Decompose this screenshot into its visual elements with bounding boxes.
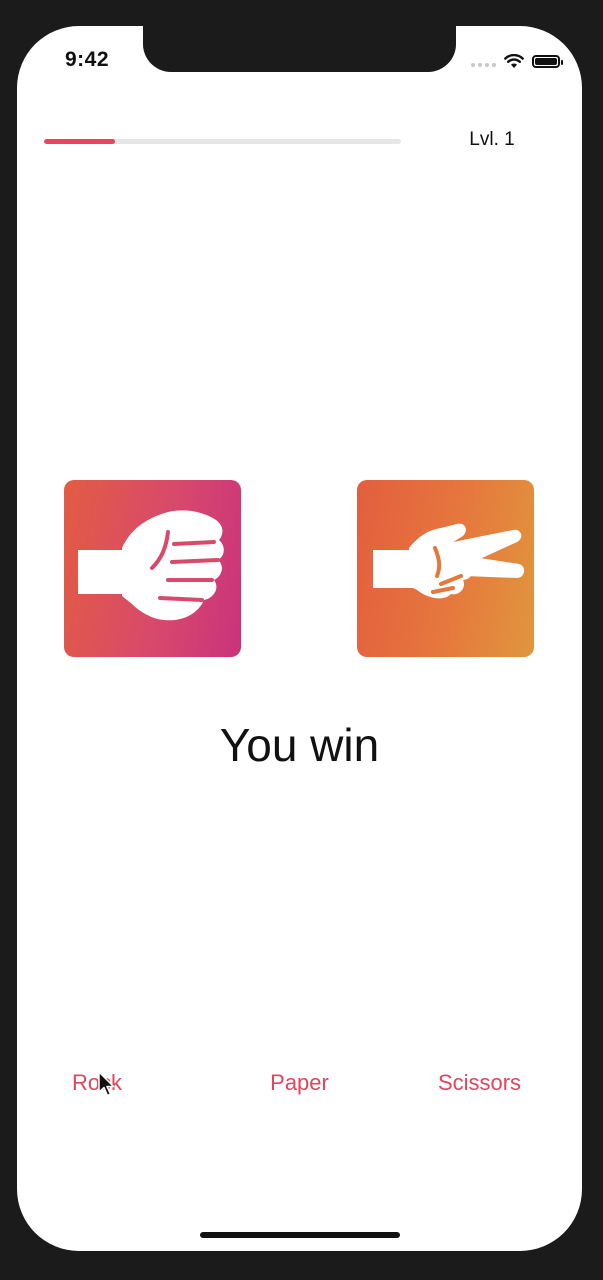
battery-icon: [532, 54, 563, 68]
status-icons: [471, 52, 563, 70]
home-indicator: [200, 1232, 400, 1238]
result-text: You win: [219, 719, 380, 771]
mouse-pointer-icon: [98, 1071, 115, 1097]
wifi-icon: [504, 53, 524, 68]
level-progress-fill: [44, 139, 116, 144]
device-notch: [143, 26, 456, 72]
paper-button[interactable]: Paper: [257, 1070, 342, 1096]
scissors-peace-icon: [373, 523, 525, 599]
level-label: Lvl. 1: [469, 129, 515, 150]
opponent-hand-card: [357, 480, 534, 657]
device-frame: 9:42 Lvl. 1 You win Rock Paper Scissors: [0, 0, 603, 1280]
scissors-button[interactable]: Scissors: [427, 1070, 532, 1096]
level-progress-bar: [44, 139, 401, 144]
player-hand-card: [64, 480, 241, 657]
app-screen: 9:42 Lvl. 1 You win Rock Paper Scissors: [17, 26, 582, 1251]
signal-icon: [471, 55, 496, 67]
rock-fist-icon: [78, 510, 224, 621]
status-time: 9:42: [65, 48, 110, 71]
